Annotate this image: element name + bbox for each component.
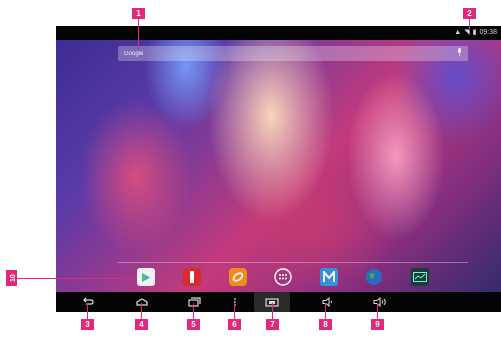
callout-9-line (377, 303, 378, 319)
menu-icon[interactable] (227, 296, 243, 308)
gmail-icon[interactable] (320, 268, 338, 286)
callout-4-line (141, 303, 142, 319)
google-search-bar[interactable]: Google (118, 46, 468, 61)
callout-1: 1 (132, 8, 145, 19)
callout-7-line (272, 303, 273, 319)
callout-5-line (193, 303, 194, 319)
app-dock (126, 268, 466, 292)
recent-apps-icon[interactable] (186, 296, 202, 308)
battery-icon: ▮ (472, 29, 477, 36)
status-time: 09:38 (479, 28, 497, 36)
wifi-icon: ◥ (464, 29, 470, 36)
globe-icon[interactable] (365, 268, 383, 286)
back-icon[interactable] (80, 296, 96, 308)
volume-up-icon[interactable] (372, 296, 388, 308)
mic-icon[interactable] (457, 48, 462, 57)
callout-9: 9 (371, 319, 384, 330)
browser-icon[interactable] (229, 268, 247, 286)
callout-3-line (87, 303, 88, 319)
callout-10: 10 (6, 270, 17, 286)
callout-1-line (138, 19, 139, 49)
volume-down-icon[interactable] (320, 296, 336, 308)
callout-10-line (17, 278, 133, 279)
search-placeholder: Google (124, 50, 144, 57)
flashlight-icon[interactable] (183, 268, 201, 286)
signal-icon: ▲ (454, 28, 462, 36)
navigation-bar (56, 292, 501, 312)
callout-8-line (325, 303, 326, 319)
status-icons: ▲ ◥ ▮ 09:38 (454, 28, 497, 37)
tablet-screen: ▲ ◥ ▮ 09:38 Google (56, 26, 501, 312)
callout-2: 2 (463, 8, 476, 19)
dock-divider (118, 262, 468, 263)
callout-6-line (234, 303, 235, 319)
callout-5: 5 (187, 319, 200, 330)
callout-6: 6 (228, 319, 241, 330)
callout-2-line (469, 19, 470, 29)
play-store-icon[interactable] (137, 268, 155, 286)
status-bar: ▲ ◥ ▮ 09:38 (56, 26, 501, 40)
callout-7: 7 (266, 319, 279, 330)
callout-4: 4 (135, 319, 148, 330)
callout-8: 8 (319, 319, 332, 330)
all-apps-icon[interactable] (274, 268, 292, 286)
callout-3: 3 (81, 319, 94, 330)
screen-icon[interactable] (411, 268, 429, 286)
home-icon[interactable] (134, 296, 150, 308)
